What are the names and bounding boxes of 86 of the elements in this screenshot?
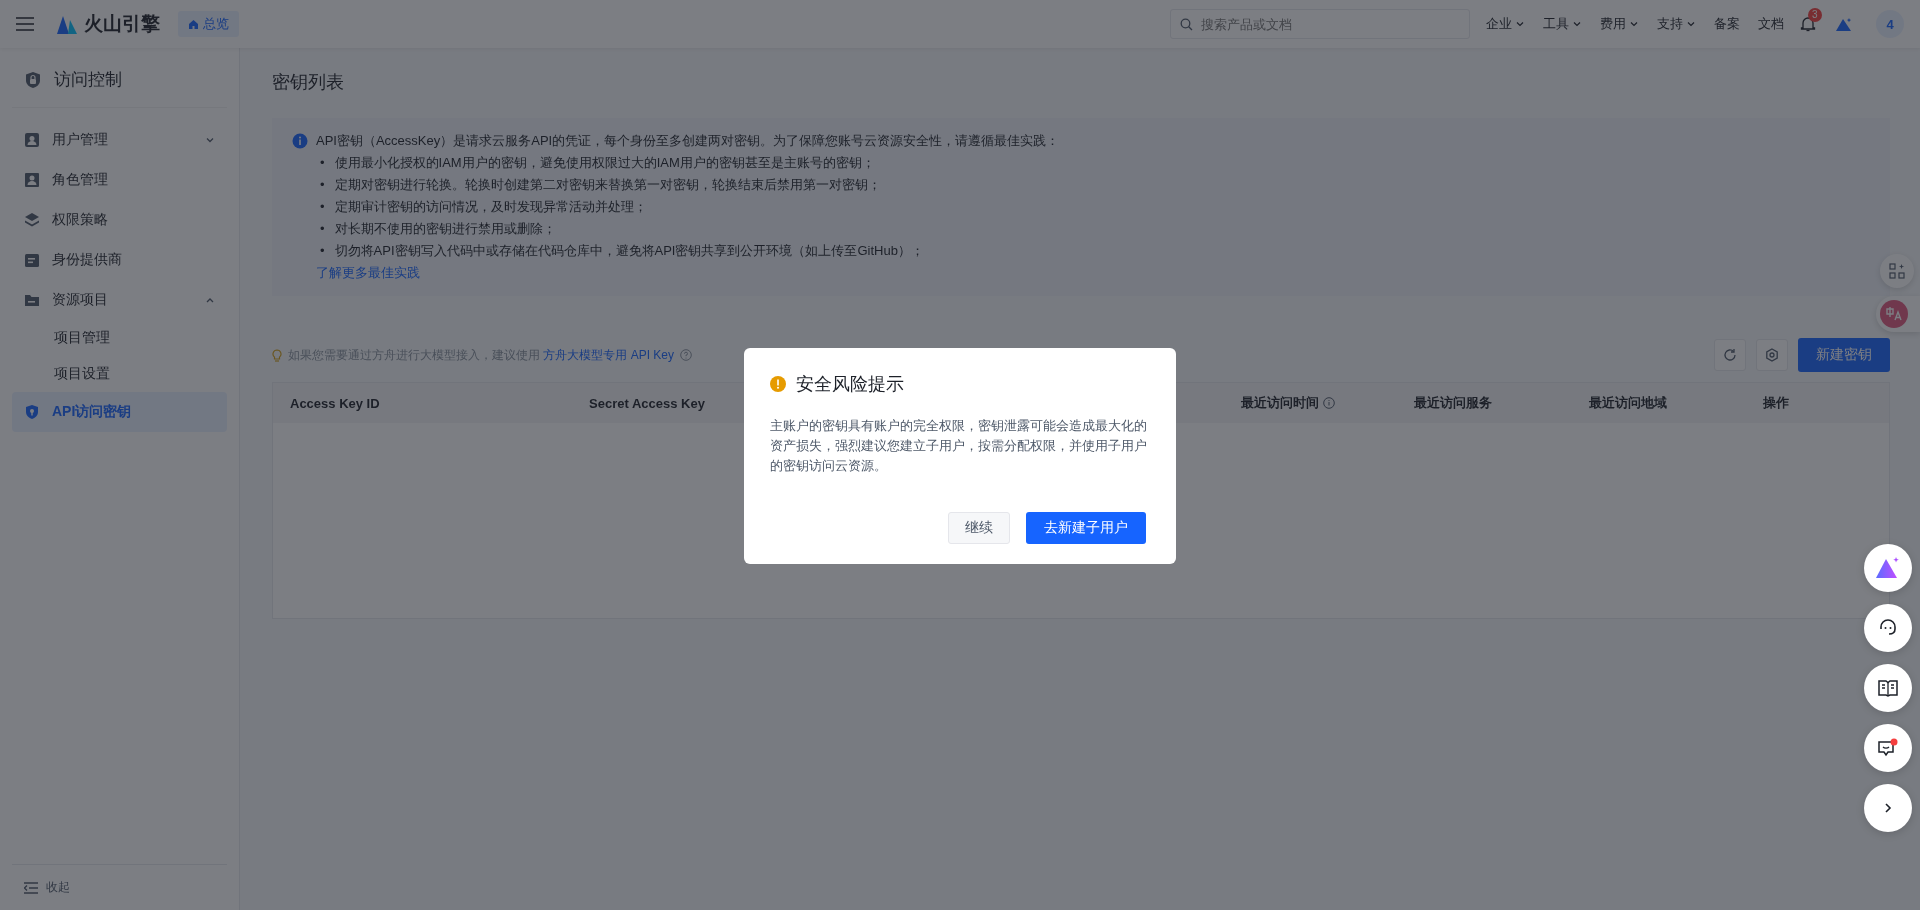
home-tag[interactable]: 总览 xyxy=(178,11,239,37)
column-header: 最近访问服务 xyxy=(1413,394,1492,412)
info-bullet: 定期审计密钥的访问情况，及时发现异常活动并处理； xyxy=(334,198,647,216)
avatar[interactable]: 4 xyxy=(1876,10,1904,38)
nav-menu[interactable]: 工具 xyxy=(1543,15,1582,33)
settings-button[interactable] xyxy=(1756,339,1788,371)
dialog-title: 安全风险提示 xyxy=(796,373,904,396)
book-icon xyxy=(1878,679,1898,697)
create-key-button[interactable]: 新建密钥 xyxy=(1798,338,1890,372)
chevron-icon xyxy=(205,135,215,145)
info-icon xyxy=(1323,397,1335,409)
apps-icon xyxy=(1889,263,1905,279)
info-icon xyxy=(292,133,308,149)
lock-shield-icon xyxy=(24,70,42,89)
refresh-button[interactable] xyxy=(1714,339,1746,371)
column-header: 最近访问地域 xyxy=(1588,394,1667,412)
translate-button[interactable] xyxy=(1876,296,1920,332)
support-button[interactable] xyxy=(1864,604,1912,652)
column-header: 操作 xyxy=(1762,394,1789,412)
bullet-mark: • xyxy=(320,176,325,194)
feedback-button[interactable] xyxy=(1864,724,1912,772)
create-subuser-button[interactable]: 去新建子用户 xyxy=(1026,512,1146,544)
nav-menu[interactable]: 费用 xyxy=(1600,15,1639,33)
column-header: Access Key ID xyxy=(289,395,380,411)
sidebar-title: 访问控制 xyxy=(54,69,122,91)
refresh-icon xyxy=(1723,348,1737,362)
sidebar-item[interactable]: API访问密钥 xyxy=(12,392,227,432)
chevron-icon xyxy=(1515,19,1525,29)
folder-icon xyxy=(24,292,40,308)
layers-icon xyxy=(24,212,40,228)
translate-icon xyxy=(1880,300,1908,328)
user-card-icon xyxy=(24,132,40,148)
warning-icon xyxy=(770,376,786,392)
expand-button[interactable] xyxy=(1864,784,1912,832)
info-bullet: 对长期不使用的密钥进行禁用或删除； xyxy=(334,220,556,238)
docs-button[interactable] xyxy=(1864,664,1912,712)
bell-icon[interactable] xyxy=(1800,16,1816,32)
user-card-icon xyxy=(24,172,40,188)
notification-count: 3 xyxy=(1808,8,1822,22)
sidebar-item[interactable]: 资源项目 xyxy=(12,280,227,320)
info-bullet: 切勿将API密钥写入代码中或存储在代码仓库中，避免将API密钥共享到公开环境（如上传至GitHub）； xyxy=(334,242,924,260)
menu-icon[interactable] xyxy=(16,17,34,31)
bullet-mark: • xyxy=(320,154,325,172)
sidebar-item[interactable]: 用户管理 xyxy=(12,120,227,160)
sidebar-item[interactable]: 项目设置 xyxy=(12,356,227,392)
mountain-logo-icon xyxy=(56,14,78,34)
message-icon xyxy=(1877,738,1899,758)
chevron-icon xyxy=(1883,802,1893,814)
apps-button[interactable] xyxy=(1880,254,1914,288)
settings-icon xyxy=(1765,348,1779,362)
best-practice-link[interactable]: 了解更多最佳实践 xyxy=(316,265,420,280)
bullet-mark: • xyxy=(320,242,325,260)
help-icon[interactable] xyxy=(680,349,693,361)
sidebar-item[interactable]: 身份提供商 xyxy=(12,240,227,280)
nav-menu[interactable]: 企业 xyxy=(1486,15,1525,33)
chevron-icon xyxy=(1686,19,1696,29)
lightbulb-icon xyxy=(272,348,282,362)
document-icon xyxy=(24,252,40,268)
collapse-button[interactable]: 收起 xyxy=(12,864,227,910)
chevron-icon xyxy=(1572,19,1582,29)
column-header: 最近访问时间 xyxy=(1224,394,1335,412)
column-header: Secret Access Key xyxy=(588,395,705,411)
sidebar-item[interactable]: 项目管理 xyxy=(12,320,227,356)
dialog-message: 主账户的密钥具有账户的完全权限，密钥泄露可能会造成最大化的资产损失，强烈建议您建立子用户，按需分配权限，并使用子用户的密钥访问云资源。 xyxy=(770,418,1148,475)
nav-menu[interactable]: 文档 xyxy=(1758,15,1784,33)
shield-key-icon xyxy=(24,404,40,420)
bullet-mark: • xyxy=(320,220,325,238)
mountain-icon[interactable] xyxy=(1834,16,1854,32)
mountain-sparkle-icon xyxy=(1875,556,1901,580)
sidebar-item[interactable]: 角色管理 xyxy=(12,160,227,200)
sidebar-item[interactable]: 权限策略 xyxy=(12,200,227,240)
brand-name: 火山引擎 xyxy=(84,12,160,36)
headset-icon xyxy=(1878,618,1898,638)
info-bullet: 使用最小化授权的IAM用户的密钥，避免使用权限过大的IAM用户的密钥甚至是主账号的密钥； xyxy=(334,154,875,172)
search-icon xyxy=(1180,18,1193,31)
ai-assistant-button[interactable] xyxy=(1864,544,1912,592)
nav-menu[interactable]: 备案 xyxy=(1714,15,1740,33)
chevron-icon xyxy=(1629,19,1639,29)
continue-button[interactable]: 继续 xyxy=(948,512,1010,544)
nav-menu[interactable]: 支持 xyxy=(1657,15,1696,33)
page-title: 密钥列表 xyxy=(272,71,345,94)
collapse-icon xyxy=(24,881,38,894)
info-text: API密钥（AccessKey）是请求云服务API的凭证，每个身份至多创建两对密钥。为了保障您账号云资源安全性，请遵循最佳实践： xyxy=(316,132,1060,150)
bullet-mark: • xyxy=(320,198,325,216)
api-key-link[interactable]: 方舟大模型专用 API Key xyxy=(543,347,675,362)
house-icon xyxy=(188,18,199,30)
